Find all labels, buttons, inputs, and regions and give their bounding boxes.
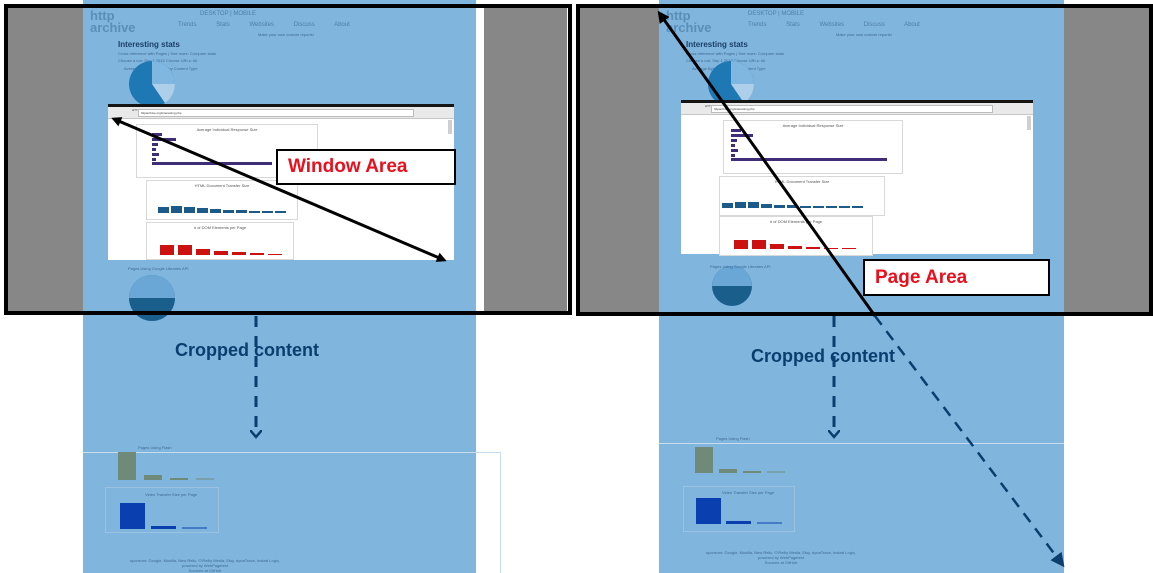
page-area-label: Page Area (863, 259, 1050, 296)
page-area-panel: http archive DESKTOP | MOBILE Trends Sta… (576, 0, 1153, 573)
arrows-overlay (111, 117, 447, 573)
page-diagonal-dashed-arrow (874, 315, 1065, 568)
window-area-label: Window Area (276, 149, 456, 185)
window-diagonal-arrow (111, 117, 447, 262)
window-area-panel: http archive DESKTOP | MOBILE Trends Sta… (0, 0, 572, 573)
page-diagonal-arrow (657, 10, 877, 317)
